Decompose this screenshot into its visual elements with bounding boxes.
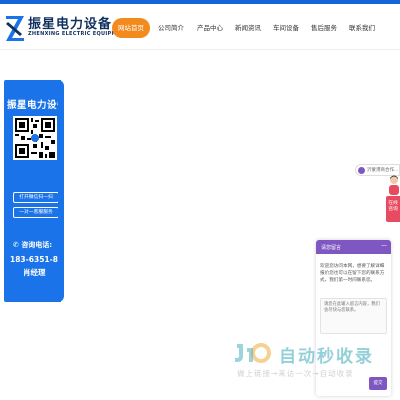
nav-item-workshop[interactable]: 车间设备 bbox=[273, 18, 299, 38]
zx-logo-icon bbox=[6, 16, 24, 41]
phone-label-text: 咨询电话: bbox=[21, 241, 53, 249]
chat-submit-button[interactable]: 提交 bbox=[369, 377, 387, 390]
site-logo[interactable]: 振星电力设备 ZHENXING ELECTRIC EQUIPMENT bbox=[4, 12, 128, 42]
contact-side-panel: 振星电力设备 打开微信扫一扫 一对一客服服务 ✆ 咨询电话: 183-6351-… bbox=[4, 80, 74, 302]
nav-item-news[interactable]: 新闻资讯 bbox=[235, 18, 261, 38]
logo-title: 振星电力设备 bbox=[28, 17, 113, 32]
phone-label: ✆ 咨询电话: bbox=[13, 240, 52, 250]
watermark-logo-icon bbox=[235, 343, 271, 363]
nav-item-home[interactable]: 网站首页 bbox=[112, 18, 150, 38]
chat-minimize-button[interactable]: — bbox=[381, 242, 387, 249]
chat-message-input[interactable] bbox=[320, 298, 387, 334]
panel-title: 振星电力设备 bbox=[7, 100, 68, 111]
contact-name: 肖经理 bbox=[23, 268, 46, 277]
chat-widget: 请您留言 — 欢迎您访问本网，想要了解详细报价您也可以在留下您的联系方式，我们第… bbox=[316, 240, 391, 396]
qr-code-icon bbox=[13, 116, 57, 160]
nav-item-about[interactable]: 公司简介 bbox=[158, 18, 184, 38]
nav-item-service[interactable]: 售后服务 bbox=[311, 18, 337, 38]
page: 振星电力设备 ZHENXING ELECTRIC EQUIPMENT 网站首页 … bbox=[0, 0, 400, 400]
scan-wechat-button[interactable]: 打开微信扫一扫 bbox=[13, 192, 59, 203]
service-agent-avatar-icon bbox=[389, 175, 399, 195]
side-tab-label: 沂蒙港商合作... bbox=[367, 168, 399, 173]
header: 振星电力设备 ZHENXING ELECTRIC EQUIPMENT 网站首页 … bbox=[0, 4, 400, 50]
chat-header: 请您留言 — bbox=[316, 240, 391, 254]
online-service-button[interactable]: 在线咨询 bbox=[386, 196, 400, 222]
chat-title: 请您留言 bbox=[321, 245, 342, 251]
chat-welcome-message: 欢迎您访问本网，想要了解详细报价您也可以在留下您的联系方式，我们第一时间联系您。 bbox=[320, 264, 385, 283]
one-on-one-service-button[interactable]: 一对一客服服务 bbox=[13, 207, 59, 218]
chat-bubble-icon bbox=[358, 167, 365, 174]
phone-icon: ✆ bbox=[13, 241, 19, 249]
phone-number[interactable]: 183-6351-8955 bbox=[10, 255, 74, 264]
nav-item-products[interactable]: 产品中心 bbox=[197, 18, 223, 38]
nav-item-contact[interactable]: 联系我们 bbox=[349, 18, 375, 38]
